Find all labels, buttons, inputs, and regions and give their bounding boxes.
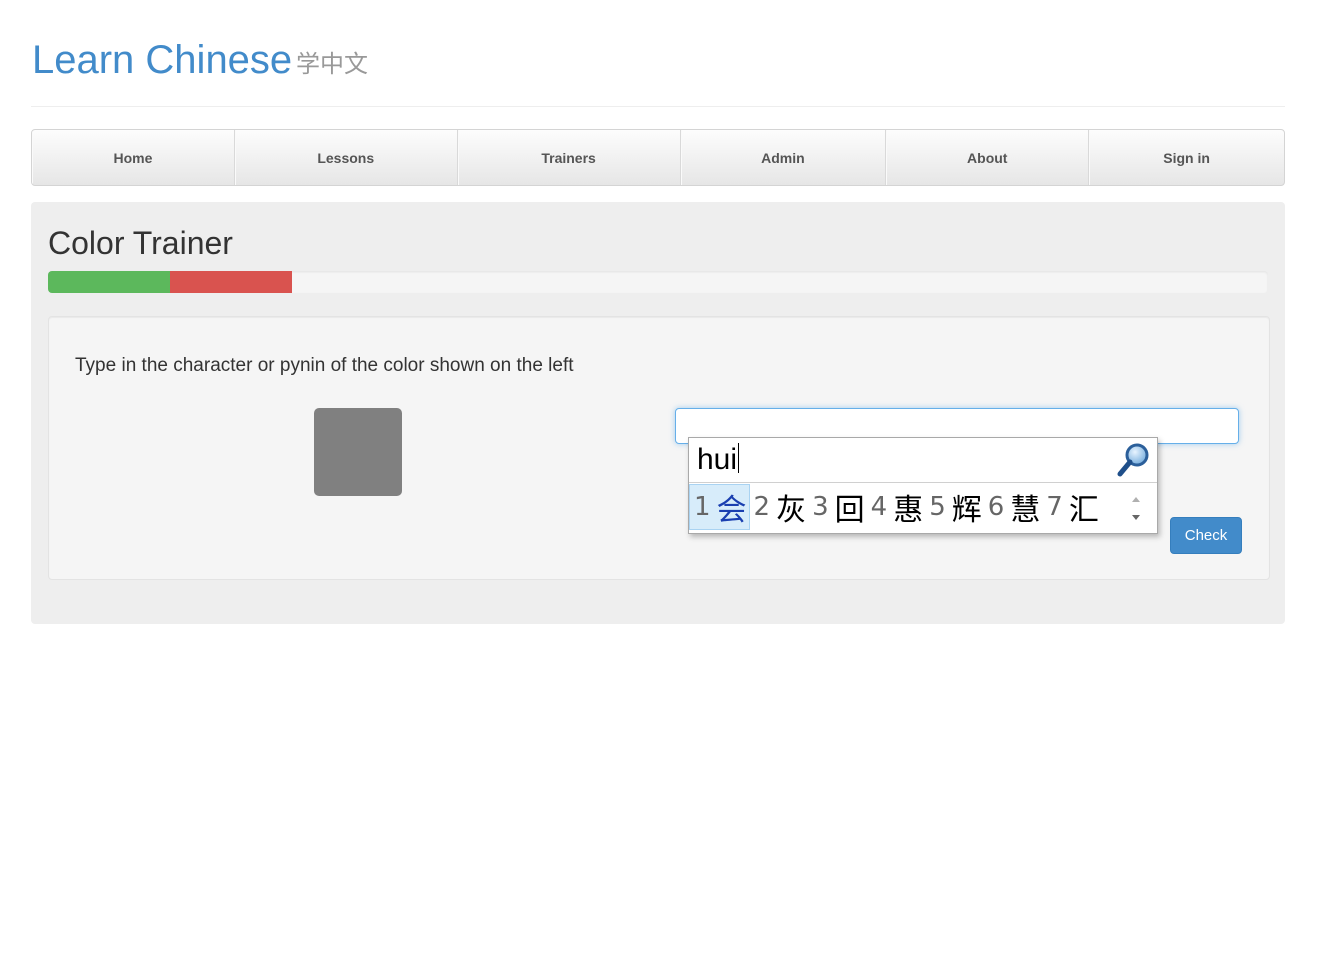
progress-correct	[48, 271, 170, 293]
ime-candidate-list: 1 会 2 灰 3 回 4 惠 5 辉 6 慧 7 汇	[689, 483, 1157, 531]
check-button[interactable]: Check	[1170, 517, 1242, 554]
candidate-number: 5	[929, 492, 946, 522]
main-navbar: Home Lessons Trainers Admin About Sign i…	[31, 129, 1285, 186]
candidate-char: 汇	[1068, 493, 1099, 528]
progress-wrong	[170, 271, 292, 293]
brand-title[interactable]: Learn Chinese	[32, 40, 292, 80]
nav-item-about[interactable]: About	[886, 130, 1090, 185]
ime-candidate-1[interactable]: 1 会	[689, 484, 750, 530]
nav-item-trainers[interactable]: Trainers	[458, 130, 681, 185]
ime-caret	[738, 443, 740, 473]
candidate-number: 4	[870, 492, 888, 522]
trainer-panel: Color Trainer Type in the character or p…	[31, 202, 1285, 624]
ime-candidate-6[interactable]: 6 慧	[984, 484, 1043, 530]
page-title: Color Trainer	[48, 225, 233, 261]
brand-subtitle: 学中文	[296, 50, 368, 78]
scroll-arrows-icon[interactable]	[1129, 488, 1143, 528]
ime-candidate-7[interactable]: 7 汇	[1042, 484, 1101, 530]
instructions-text: Type in the character or pynin of the co…	[75, 355, 574, 376]
candidate-char: 回	[834, 493, 865, 528]
ime-candidate-2[interactable]: 2 灰	[750, 484, 809, 530]
page-header: Learn Chinese 学中文	[31, 30, 1285, 107]
candidate-number: 3	[812, 492, 829, 522]
candidate-char: 辉	[951, 493, 982, 528]
progress-bar	[48, 271, 1268, 293]
ime-composition-value: hui	[697, 443, 738, 476]
ime-candidate-window: hui 1 会 2 灰 3 回 4 惠 5 辉 6 慧 7 汇	[688, 437, 1158, 534]
candidate-number: 1	[694, 492, 711, 522]
candidate-number: 6	[987, 492, 1005, 522]
nav-item-lessons[interactable]: Lessons	[235, 130, 458, 185]
nav-item-sign-in[interactable]: Sign in	[1089, 130, 1284, 185]
ime-candidate-4[interactable]: 4 惠	[867, 484, 926, 530]
ime-composition-row: hui	[689, 438, 1157, 483]
candidate-number: 7	[1046, 492, 1063, 522]
ime-candidate-3[interactable]: 3 回	[808, 484, 867, 530]
candidate-char: 惠	[893, 493, 924, 528]
candidate-char: 会	[716, 493, 747, 528]
magnifier-icon[interactable]	[1115, 441, 1153, 479]
ime-composition-text: hui	[697, 442, 740, 478]
candidate-char: 灰	[776, 493, 807, 528]
color-swatch	[314, 408, 402, 496]
candidate-number: 2	[753, 492, 771, 522]
candidate-char: 慧	[1010, 493, 1041, 528]
ime-candidate-5[interactable]: 5 辉	[925, 484, 984, 530]
nav-item-home[interactable]: Home	[32, 130, 235, 185]
nav-item-admin[interactable]: Admin	[681, 130, 887, 185]
